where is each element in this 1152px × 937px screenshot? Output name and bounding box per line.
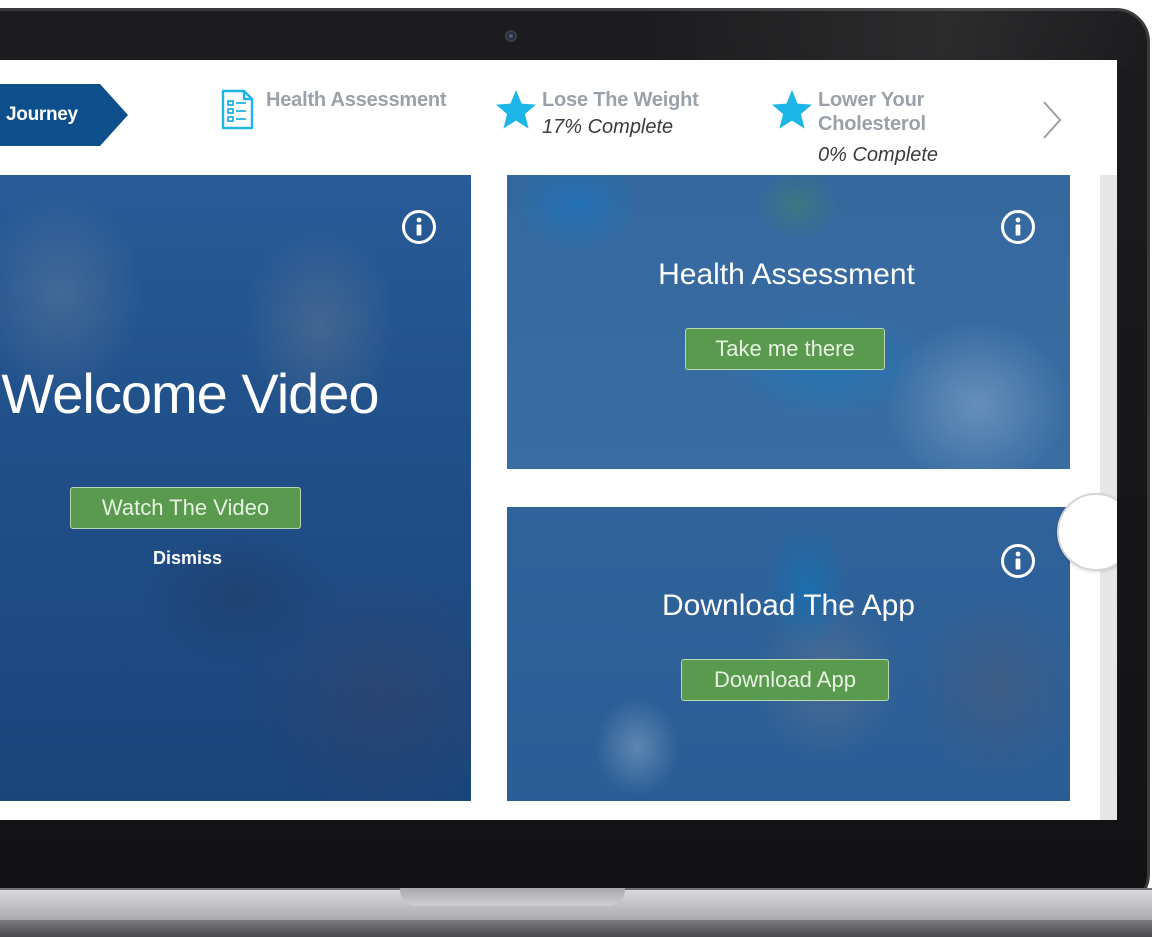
watch-video-button[interactable]: Watch The Video [70,487,301,529]
checklist-document-icon [221,89,254,130]
nav-item-label: Lose The Weight [542,89,699,111]
nav-item-lower-cholesterol[interactable]: Lower Your Cholesterol 0% Complete [770,88,938,168]
download-app-card: Download The App Download App [507,507,1070,801]
card-overlay [507,175,1070,469]
take-me-there-button[interactable]: Take me there [685,328,885,370]
nav-item-label-line1: Lower Your [818,89,925,111]
nav-item-label-line2: Cholesterol [818,113,926,135]
info-icon[interactable] [1000,543,1036,579]
nav-item-health-assessment[interactable]: Health Assessment [218,88,447,132]
download-app-button[interactable]: Download App [681,659,889,701]
welcome-video-title: Welcome Video [1,362,379,425]
dismiss-link[interactable]: Dismiss [0,548,375,569]
download-app-title: Download The App [662,589,915,622]
journey-tab-label: Journey [6,104,78,125]
laptop-base-shadow [0,920,1152,937]
star-icon [496,90,536,129]
laptop-hinge-notch [400,888,625,906]
welcome-video-card: Welcome Video Watch The Video Dismiss [0,175,471,801]
health-assessment-title: Health Assessment [658,258,915,291]
journey-tab[interactable]: Journey [0,84,128,146]
nav-item-progress: 17% Complete [542,116,674,138]
webcam-icon [505,30,517,42]
card-overlay [507,507,1070,801]
nav-item-label: Health Assessment [266,89,447,111]
star-icon [772,90,812,129]
dashboard-content: Welcome Video Watch The Video Dismiss He… [0,175,1117,820]
nav-item-lose-the-weight[interactable]: Lose The Weight 17% Complete [494,88,699,140]
laptop-screen: Journey Health Assessment Lose The Weigh… [0,60,1117,820]
journey-nav: Journey Health Assessment Lose The Weigh… [0,60,1117,175]
health-assessment-card: Health Assessment Take me there [507,175,1070,469]
info-icon[interactable] [1000,209,1036,245]
chevron-right-icon[interactable] [1038,98,1066,142]
info-icon[interactable] [401,209,437,245]
nav-item-progress: 0% Complete [818,144,939,166]
